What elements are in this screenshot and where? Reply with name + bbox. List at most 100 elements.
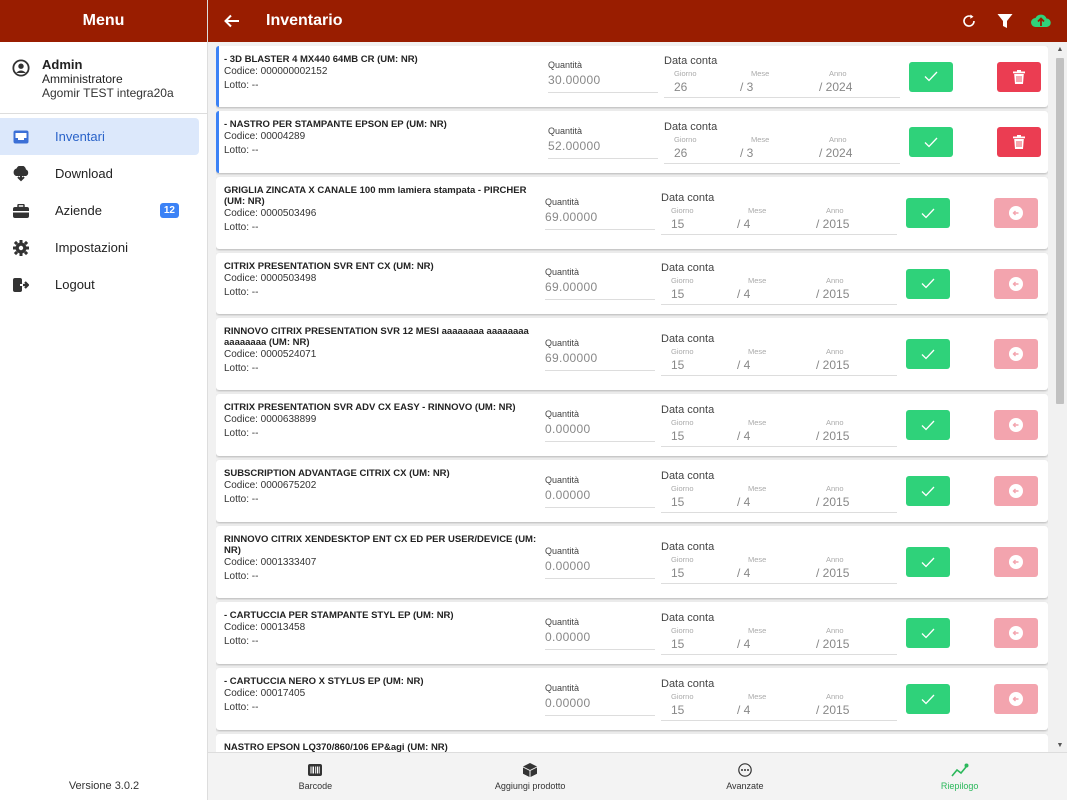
day-value: 15 bbox=[671, 216, 685, 231]
scrollbar[interactable]: ▲ ▼ bbox=[1052, 46, 1066, 752]
scroll-down-arrow-icon[interactable]: ▼ bbox=[1055, 742, 1065, 752]
restore-button[interactable] bbox=[994, 547, 1038, 577]
delete-button[interactable] bbox=[997, 61, 1041, 92]
refresh-icon bbox=[963, 14, 975, 27]
confirm-button[interactable] bbox=[906, 684, 950, 714]
sidebar-item-aziende[interactable]: Aziende 12 bbox=[0, 192, 199, 229]
item-code: Codice: 00013458 bbox=[224, 622, 306, 633]
confirm-button[interactable] bbox=[906, 618, 950, 648]
year-field[interactable]: Anno/ 2015 bbox=[813, 274, 897, 304]
month-value: / 4 bbox=[737, 636, 751, 651]
year-field[interactable]: Anno/ 2015 bbox=[813, 204, 897, 234]
confirm-button[interactable] bbox=[909, 127, 953, 157]
confirm-button[interactable] bbox=[906, 268, 950, 299]
inventory-row[interactable]: CITRIX PRESENTATION SVR ADV CX EASY - RI… bbox=[216, 394, 1048, 456]
month-field[interactable]: Mese/ 3 bbox=[738, 133, 816, 163]
month-field[interactable]: Mese/ 4 bbox=[735, 624, 813, 654]
count-date-label: Data conta bbox=[661, 332, 715, 345]
year-field[interactable]: Anno/ 2015 bbox=[813, 690, 897, 720]
month-field[interactable]: Mese/ 4 bbox=[735, 345, 813, 375]
quantity-field[interactable]: Quantità 0.00000 bbox=[545, 683, 655, 716]
tab-advanced[interactable]: Avanzate bbox=[638, 753, 853, 800]
restore-button[interactable] bbox=[994, 410, 1038, 440]
quantity-field[interactable]: Quantità 30.00000 bbox=[548, 60, 658, 93]
year-field[interactable]: Anno/ 2015 bbox=[813, 416, 897, 446]
confirm-button[interactable] bbox=[906, 476, 950, 506]
year-field[interactable]: Anno/ 2024 bbox=[816, 67, 900, 97]
inventory-list[interactable]: - 3D BLASTER 4 MX440 64MB CR (UM: NR) Co… bbox=[216, 46, 1048, 752]
delete-button[interactable] bbox=[997, 127, 1041, 157]
sidebar-item-logout[interactable]: Logout bbox=[0, 266, 199, 303]
inventory-row[interactable]: RINNOVO CITRIX XENDESKTOP ENT CX ED PER … bbox=[216, 526, 1048, 598]
restore-button[interactable] bbox=[994, 339, 1038, 369]
confirm-button[interactable] bbox=[906, 410, 950, 440]
cloud-upload-button[interactable] bbox=[1023, 3, 1059, 39]
confirm-button[interactable] bbox=[906, 547, 950, 577]
check-icon bbox=[921, 420, 935, 430]
scroll-up-arrow-icon[interactable]: ▲ bbox=[1055, 46, 1065, 56]
month-field[interactable]: Mese/ 3 bbox=[738, 67, 816, 97]
inventory-row[interactable]: CITRIX PRESENTATION SVR ENT CX (UM: NR) … bbox=[216, 253, 1048, 314]
day-field[interactable]: Giorno 15 bbox=[661, 274, 735, 304]
day-field[interactable]: Giorno 26 bbox=[664, 67, 738, 97]
inventory-row[interactable]: SUBSCRIPTION ADVANTAGE CITRIX CX (UM: NR… bbox=[216, 460, 1048, 522]
day-field[interactable]: Giorno 15 bbox=[661, 624, 735, 654]
filter-button[interactable] bbox=[987, 3, 1023, 39]
year-field[interactable]: Anno/ 2015 bbox=[813, 345, 897, 375]
restore-button[interactable] bbox=[994, 476, 1038, 506]
quantity-field[interactable]: Quantità 69.00000 bbox=[545, 267, 655, 300]
day-field[interactable]: Giorno 15 bbox=[661, 416, 735, 446]
restore-button[interactable] bbox=[994, 268, 1038, 299]
month-field[interactable]: Mese/ 4 bbox=[735, 482, 813, 512]
refresh-button[interactable] bbox=[951, 3, 987, 39]
sidebar-item-download[interactable]: Download bbox=[0, 155, 199, 192]
sidebar-item-inventari[interactable]: Inventari bbox=[0, 118, 199, 155]
tab-summary[interactable]: Riepilogo bbox=[852, 753, 1067, 800]
restore-button[interactable] bbox=[994, 618, 1038, 648]
year-field[interactable]: Anno/ 2015 bbox=[813, 482, 897, 512]
item-info: - CARTUCCIA NERO X STYLUS EP (UM: NR) Co… bbox=[216, 668, 542, 715]
month-field[interactable]: Mese/ 4 bbox=[735, 274, 813, 304]
inventory-row[interactable]: GRIGLIA ZINCATA X CANALE 100 mm lamiera … bbox=[216, 177, 1048, 249]
day-field[interactable]: Giorno 26 bbox=[664, 133, 738, 163]
quantity-field[interactable]: Quantità 52.00000 bbox=[548, 126, 658, 159]
month-field[interactable]: Mese/ 4 bbox=[735, 416, 813, 446]
tab-add-product[interactable]: Aggiungi prodotto bbox=[423, 753, 638, 800]
month-field[interactable]: Mese/ 4 bbox=[735, 690, 813, 720]
inventory-row[interactable]: - CARTUCCIA PER STAMPANTE STYL EP (UM: N… bbox=[216, 602, 1048, 664]
day-field[interactable]: Giorno 15 bbox=[661, 553, 735, 583]
quantity-field[interactable]: Quantità 0.00000 bbox=[545, 546, 655, 579]
back-button[interactable] bbox=[210, 0, 254, 42]
arrow-circle-left-icon bbox=[1009, 347, 1023, 361]
sidebar-item-impostazioni[interactable]: Impostazioni bbox=[0, 229, 199, 266]
day-field[interactable]: Giorno 15 bbox=[661, 690, 735, 720]
tab-barcode[interactable]: Barcode bbox=[208, 753, 423, 800]
inventory-row[interactable]: - CARTUCCIA NERO X STYLUS EP (UM: NR) Co… bbox=[216, 668, 1048, 730]
year-field[interactable]: Anno/ 2024 bbox=[816, 133, 900, 163]
month-field[interactable]: Mese/ 4 bbox=[735, 204, 813, 234]
user-name: Admin bbox=[42, 57, 83, 72]
quantity-field[interactable]: Quantità 0.00000 bbox=[545, 409, 655, 442]
scroll-thumb[interactable] bbox=[1056, 58, 1064, 404]
year-field[interactable]: Anno/ 2015 bbox=[813, 624, 897, 654]
inventory-row[interactable]: NASTRO EPSON LQ370/860/106 EP&agi (UM: N… bbox=[216, 734, 1048, 752]
inventory-row[interactable]: - NASTRO PER STAMPANTE EPSON EP (UM: NR)… bbox=[216, 111, 1048, 173]
day-field[interactable]: Giorno 15 bbox=[661, 204, 735, 234]
quantity-field[interactable]: Quantità 0.00000 bbox=[545, 475, 655, 508]
restore-button[interactable] bbox=[994, 684, 1038, 714]
day-field[interactable]: Giorno 15 bbox=[661, 482, 735, 512]
confirm-button[interactable] bbox=[906, 339, 950, 369]
quantity-field[interactable]: Quantità 0.00000 bbox=[545, 617, 655, 650]
confirm-button[interactable] bbox=[906, 198, 950, 228]
inventory-row[interactable]: RINNOVO CITRIX PRESENTATION SVR 12 MESI … bbox=[216, 318, 1048, 390]
inventory-row[interactable]: - 3D BLASTER 4 MX440 64MB CR (UM: NR) Co… bbox=[216, 46, 1048, 107]
arrow-circle-left-icon bbox=[1009, 276, 1023, 291]
day-field[interactable]: Giorno 15 bbox=[661, 345, 735, 375]
month-field[interactable]: Mese/ 4 bbox=[735, 553, 813, 583]
quantity-value: 30.00000 bbox=[548, 73, 658, 93]
year-field[interactable]: Anno/ 2015 bbox=[813, 553, 897, 583]
quantity-field[interactable]: Quantità 69.00000 bbox=[545, 338, 655, 371]
quantity-field[interactable]: Quantità 69.00000 bbox=[545, 197, 655, 230]
restore-button[interactable] bbox=[994, 198, 1038, 228]
confirm-button[interactable] bbox=[909, 61, 953, 92]
